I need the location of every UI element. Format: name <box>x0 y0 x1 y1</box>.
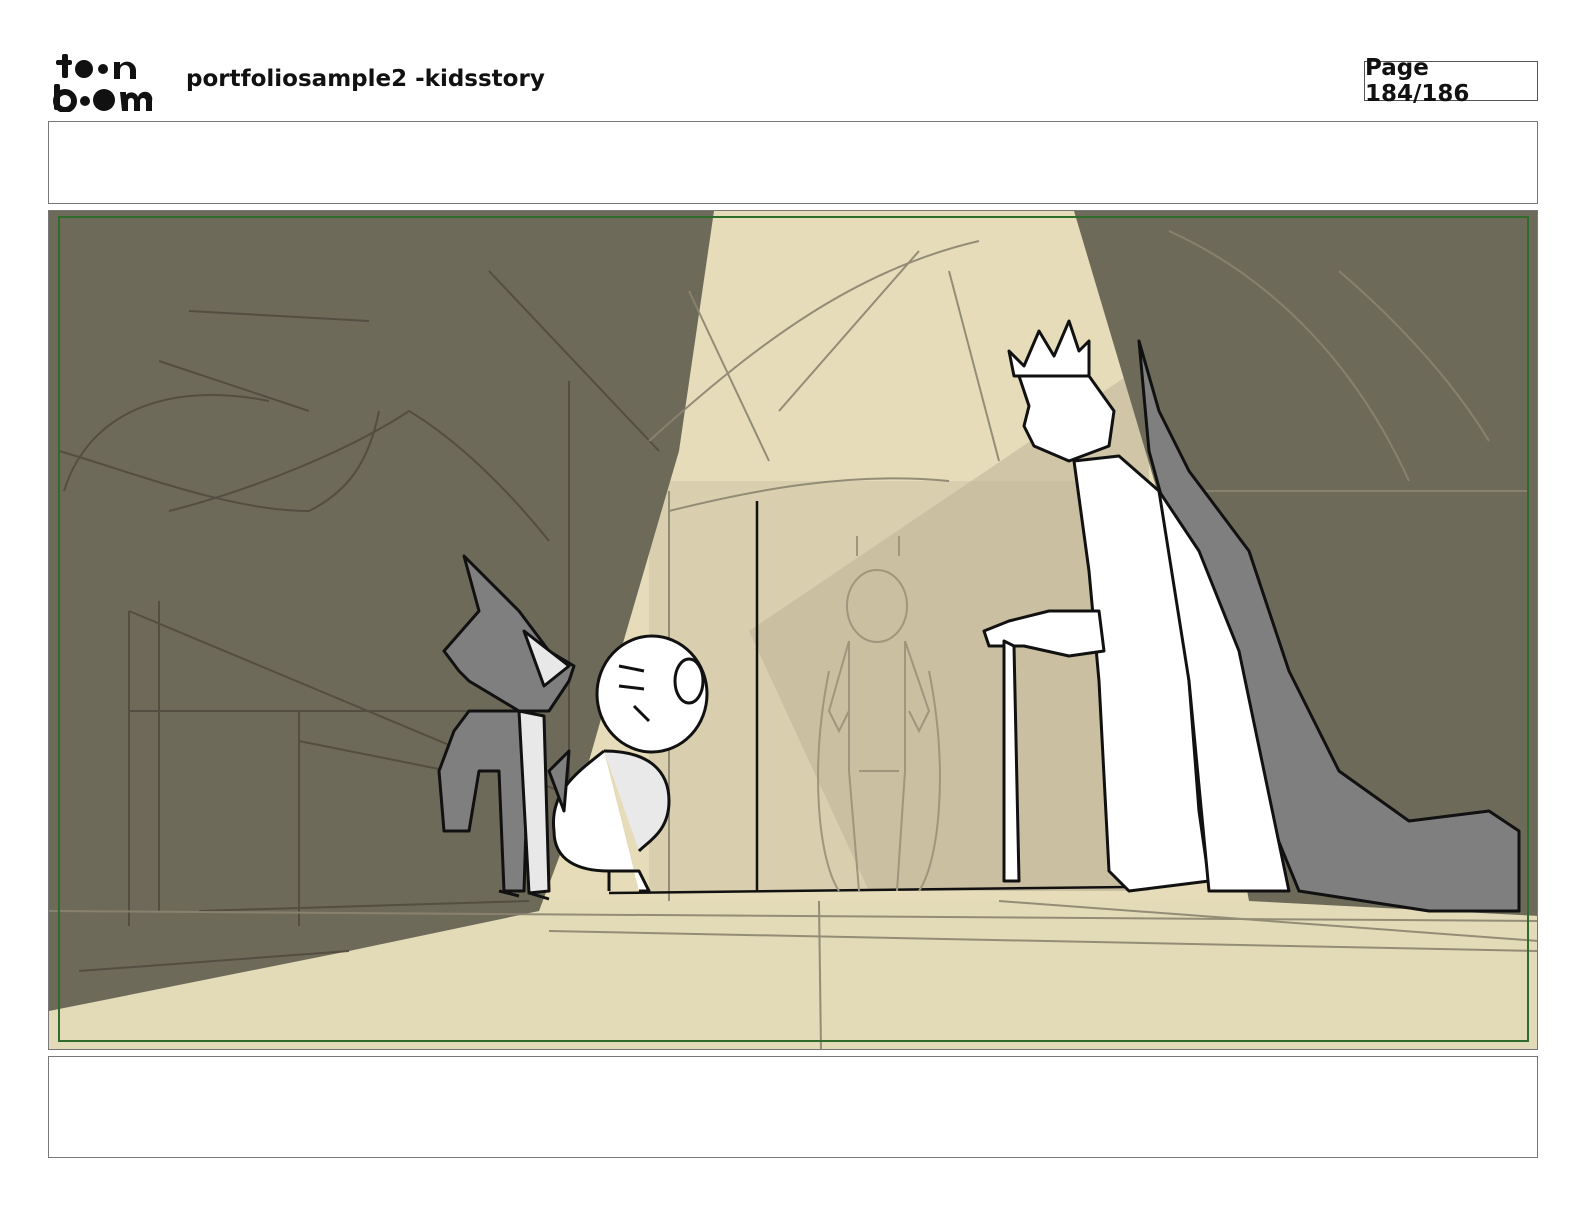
toonboom-logo <box>53 54 153 112</box>
document-title: portfoliosample2 -kidsstory <box>186 66 545 92</box>
bottom-notes-box <box>48 1056 1538 1158</box>
storyboard-panel <box>48 210 1538 1050</box>
top-notes-box <box>48 121 1538 204</box>
page-indicator: Page 184/186 <box>1364 55 1538 107</box>
panel-sketch <box>49 211 1537 1049</box>
